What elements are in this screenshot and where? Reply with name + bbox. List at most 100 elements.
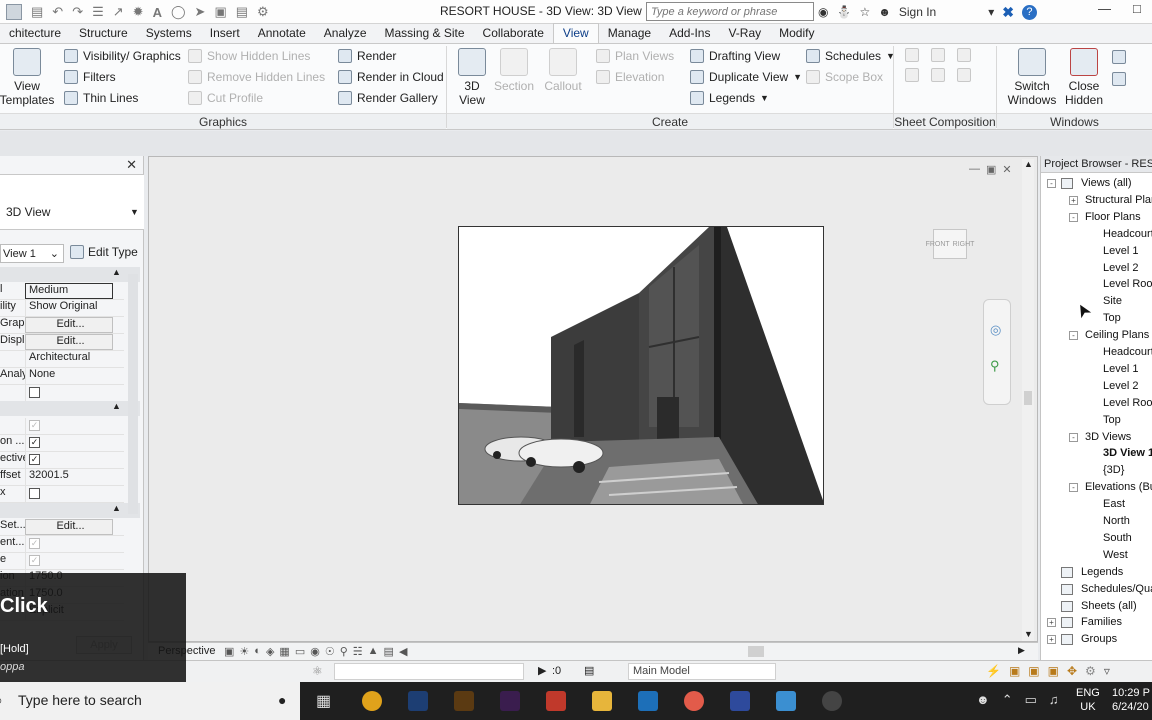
monitor-icon[interactable] [776,691,796,711]
zoom-icon[interactable]: ⚲ [990,358,1000,374]
browser-item[interactable]: Floor Plans [1085,211,1141,223]
tab-collaborate[interactable]: Collaborate [474,24,553,43]
app-icon-blue[interactable] [730,691,750,711]
settings-icon[interactable]: ⚙ [257,4,269,20]
sheet-icon[interactable] [905,48,919,62]
tab-view[interactable]: View [552,23,599,43]
browser-item[interactable]: 3D View 1 [1103,447,1152,459]
expand-icon[interactable]: + [1047,618,1056,628]
switch-windows-button[interactable]: Switch Windows [1006,48,1058,107]
section-button[interactable]: Section [494,48,534,93]
lock-icon[interactable]: ◉ [310,645,320,658]
collapse-icon[interactable]: - [1047,179,1056,188]
filters-button[interactable]: Filters [64,66,181,87]
tag-icon[interactable]: ✹ [133,4,144,20]
elevation-button[interactable]: Elevation [596,66,674,87]
browser-item[interactable]: Structural Plans [1085,194,1152,206]
section-header[interactable]: ▲ [0,267,140,282]
graphics-panel-label[interactable]: Graphics [0,113,446,129]
property-value[interactable]: Show Original [25,300,113,316]
design-option-select[interactable]: Main Model [628,663,776,680]
property-checkbox-cell[interactable]: ✓ [25,536,113,552]
browser-item[interactable]: Schedules/Quantities [1081,583,1152,595]
expand-icon[interactable]: + [1069,195,1078,205]
browser-item[interactable]: North [1103,515,1130,527]
properties-scrollbar[interactable] [128,274,138,514]
render-gallery-button[interactable]: Render Gallery [338,87,444,108]
chevron-left-icon[interactable]: ◀ [399,645,407,658]
sun-path-icon[interactable]: ☀ [239,645,249,658]
microphone-icon[interactable]: ● [278,692,286,708]
browser-item[interactable]: South [1103,532,1132,544]
expand-icon[interactable]: + [1047,635,1056,645]
redo-icon[interactable]: ↷ [72,4,83,20]
tab-manage[interactable]: Manage [599,24,660,43]
browser-item[interactable]: Views (all) [1081,177,1132,189]
instance-selector[interactable]: View 1 ⌄ [0,244,64,263]
property-checkbox-cell[interactable]: ✓ [25,418,113,434]
workset-field[interactable] [334,663,524,680]
browser-item[interactable]: Top [1103,414,1121,426]
checkbox[interactable]: ✓ [29,555,40,566]
tab-insert[interactable]: Insert [201,24,249,43]
cascade-icon[interactable] [1112,72,1126,86]
clock[interactable]: 10:29 P 6/24/20 [1112,686,1150,714]
render-icon[interactable]: ◈ [266,645,274,658]
revit-icon[interactable] [638,691,658,711]
browser-item[interactable]: {3D} [1103,464,1124,476]
render-in-cloud-button[interactable]: Render in Cloud [338,66,444,87]
collapse-icon[interactable]: - [1069,331,1078,341]
undo-icon[interactable]: ↶ [52,4,63,20]
section-header[interactable]: ▲ [0,503,140,518]
property-checkbox-cell[interactable]: ✓ [25,435,113,451]
render-button[interactable]: Render [338,45,444,66]
illustrator-icon[interactable] [454,691,474,711]
scope-box-button[interactable]: Scope Box [806,66,895,87]
browser-item[interactable]: Site [1103,295,1122,307]
search-input[interactable] [646,2,814,21]
browser-item[interactable]: Ceiling Plans [1085,329,1149,341]
browser-item[interactable]: Level Roof [1103,278,1152,290]
3d-icon[interactable]: ◯ [171,4,186,20]
property-checkbox-cell[interactable]: ✓ [25,553,113,569]
browser-item[interactable]: Sheets (all) [1081,600,1137,612]
crop-view-icon[interactable]: ▦ [279,645,289,658]
collapse-icon[interactable]: - [1069,432,1078,442]
horizontal-scroll-thumb[interactable] [748,646,764,657]
browser-item[interactable]: Groups [1081,633,1117,645]
visibility-graphics-button[interactable]: Visibility/ Graphics [64,45,181,66]
tab-massing-site[interactable]: Massing & Site [376,24,474,43]
subscription-icon[interactable]: ⛄ [836,5,851,19]
section-icon[interactable]: ➤ [195,4,206,20]
browser-item[interactable]: East [1103,498,1125,510]
binoculars-icon[interactable]: ◉ [818,5,828,19]
edit-button[interactable]: Edit... [25,519,113,535]
thin-lines-button[interactable]: Thin Lines [64,87,181,108]
vertical-scrollbar[interactable]: ▲ ▼ [1022,159,1034,641]
checkbox[interactable]: ✓ [29,454,40,465]
schedules-button[interactable]: Schedules ▼ [806,45,895,66]
chevron-up-icon[interactable]: ⌃ [1002,692,1013,708]
user-icon[interactable]: ☻ [878,5,891,19]
titleblock-icon[interactable] [931,48,945,62]
taskbar-search[interactable]: ○ Type here to search ● [0,682,300,720]
temporary-hide-icon[interactable]: ☉ [325,645,335,658]
browser-item[interactable]: Headcourt [1103,346,1152,358]
underlay-icon[interactable]: ▣ [1009,664,1020,678]
task-view-icon[interactable]: ▦ [316,691,331,711]
restore-icon[interactable]: □ [1133,1,1141,16]
tab-chitecture[interactable]: chitecture [0,24,70,43]
checkbox[interactable]: ✓ [29,538,40,549]
highlight-icon[interactable]: ▲ [368,645,379,658]
browser-item[interactable]: Level 1 [1103,245,1138,257]
measure-icon[interactable]: ☰ [92,4,104,20]
chrome-icon[interactable] [362,691,382,711]
help-icon[interactable]: ? [1021,4,1037,20]
property-checkbox-cell[interactable]: ✓ [25,452,113,468]
people-icon[interactable]: ☻ [976,692,990,708]
legends-button[interactable]: Legends ▼ [690,87,802,108]
browser-item[interactable]: Level 2 [1103,380,1138,392]
browser-item[interactable]: Legends [1081,566,1123,578]
type-selector[interactable]: 3D View ▼ [0,174,144,230]
browser-item[interactable]: Families [1081,616,1122,628]
